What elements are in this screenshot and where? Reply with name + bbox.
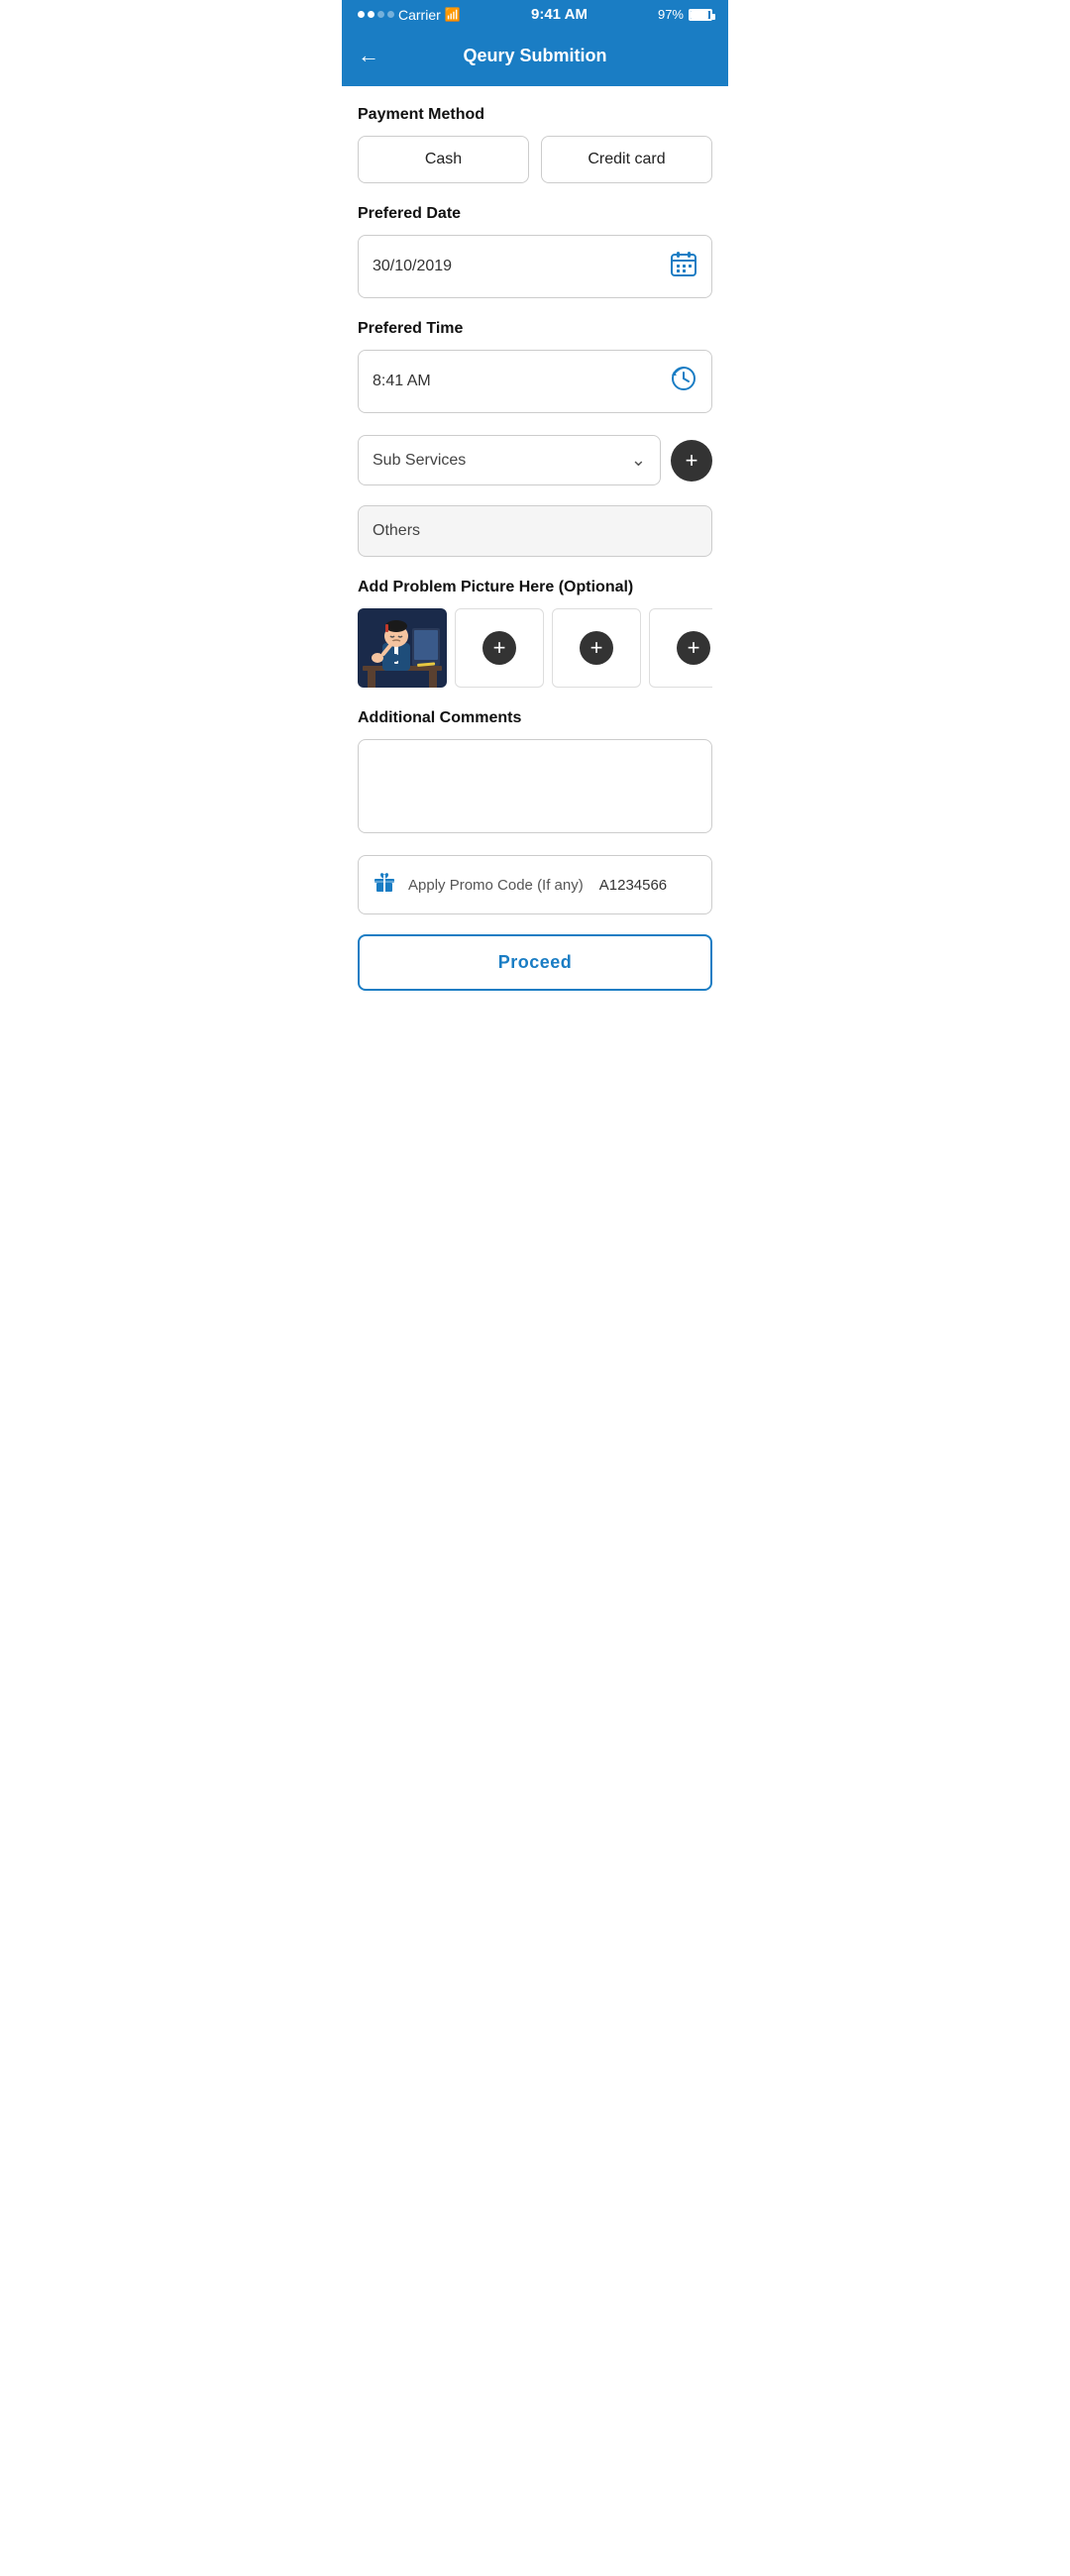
dot1 (358, 11, 365, 18)
gift-icon (373, 870, 396, 900)
promo-placeholder: Apply Promo Code (If any) (408, 877, 584, 894)
picture-slot-2[interactable]: + (455, 608, 544, 688)
preferred-date-value: 30/10/2019 (373, 258, 452, 275)
sub-services-row: Sub Services ⌄ + (358, 435, 712, 485)
page-title: Qeury Submition (463, 46, 606, 66)
picture-slot-3[interactable]: + (552, 608, 641, 688)
comments-input[interactable] (373, 754, 697, 813)
preferred-time-value: 8:41 AM (373, 373, 431, 390)
dot4 (387, 11, 394, 18)
others-text: Others (373, 522, 420, 539)
sub-services-dropdown[interactable]: Sub Services ⌄ (358, 435, 661, 485)
add-sub-service-button[interactable]: + (671, 440, 712, 482)
status-time: 9:41 AM (531, 6, 588, 23)
preferred-time-field[interactable]: 8:41 AM (358, 350, 712, 413)
preferred-time-label: Prefered Time (358, 320, 712, 338)
status-left: Carrier 📶 (358, 7, 461, 23)
payment-method-label: Payment Method (358, 106, 712, 124)
sub-services-label: Sub Services (373, 452, 466, 470)
add-picture-icon-4: + (677, 631, 710, 665)
back-button[interactable]: ← (358, 43, 379, 68)
credit-card-button[interactable]: Credit card (541, 136, 712, 183)
status-right: 97% (658, 7, 712, 22)
cash-button[interactable]: Cash (358, 136, 529, 183)
wifi-icon: 📶 (445, 7, 461, 23)
dot3 (377, 11, 384, 18)
header: ← Qeury Submition (342, 29, 728, 86)
battery-icon (689, 9, 712, 21)
additional-comments-label: Additional Comments (358, 709, 712, 727)
preferred-date-field[interactable]: 30/10/2019 (358, 235, 712, 298)
additional-comments-box[interactable] (358, 739, 712, 833)
problem-picture-label: Add Problem Picture Here (Optional) (358, 579, 712, 596)
promo-code-box[interactable]: Apply Promo Code (If any) A1234566 (358, 855, 712, 914)
battery-percent: 97% (658, 7, 684, 22)
add-picture-icon-3: + (580, 631, 613, 665)
clock-icon (670, 365, 697, 398)
battery-fill (691, 11, 708, 19)
proceed-button[interactable]: Proceed (358, 934, 712, 991)
picture-slot-4[interactable]: + (649, 608, 712, 688)
plus-icon: + (686, 448, 698, 474)
picture-upload-row: + + + (358, 608, 712, 688)
status-bar: Carrier 📶 9:41 AM 97% (342, 0, 728, 29)
others-box[interactable]: Others (358, 505, 712, 557)
signal-dots (358, 11, 394, 18)
add-picture-icon-2: + (482, 631, 516, 665)
main-content: Payment Method Cash Credit card Prefered… (342, 86, 728, 1011)
dot2 (368, 11, 374, 18)
picture-slot-1[interactable] (358, 608, 447, 688)
calendar-icon (670, 250, 697, 283)
carrier-label: Carrier (398, 7, 441, 23)
promo-code-value: A1234566 (599, 877, 667, 894)
payment-method-buttons: Cash Credit card (358, 136, 712, 183)
preferred-date-label: Prefered Date (358, 205, 712, 223)
chevron-down-icon: ⌄ (631, 450, 646, 471)
